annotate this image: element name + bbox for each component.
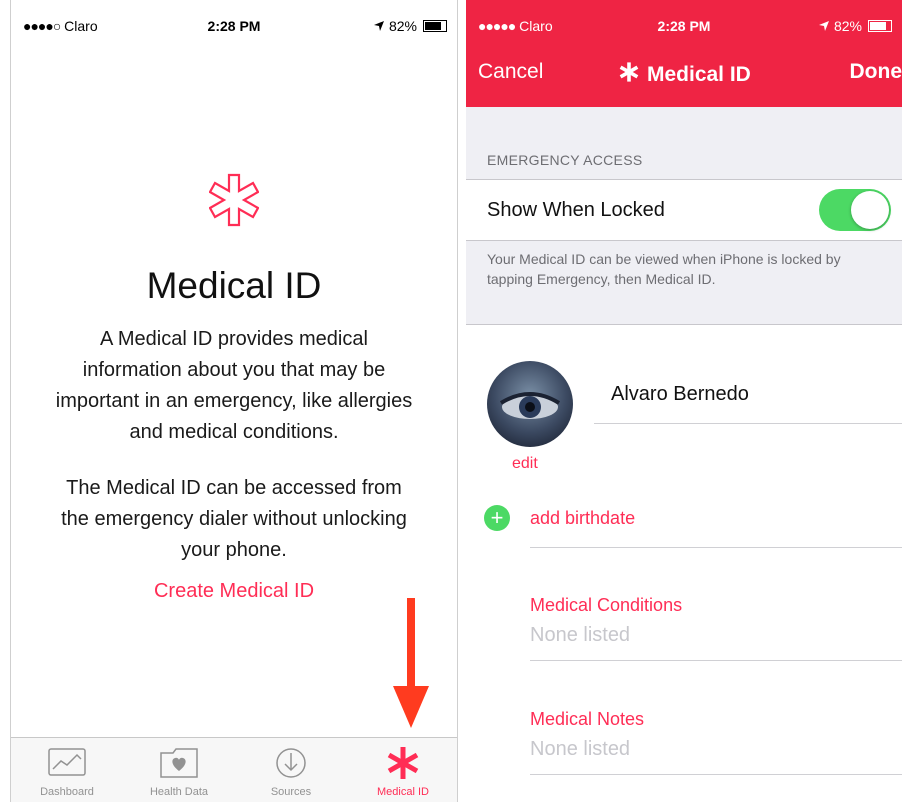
tab-label: Medical ID xyxy=(377,786,429,798)
medical-id-icon xyxy=(387,747,419,779)
tab-label: Dashboard xyxy=(40,786,94,798)
tab-dashboard[interactable]: Dashboard xyxy=(11,746,123,798)
medical-id-intro-screen: ●●●●○ Claro 2:28 PM 82% Medical ID A Med… xyxy=(10,0,458,802)
nav-title-label: Medical ID xyxy=(646,63,751,86)
medical-conditions-label: Medical Conditions xyxy=(530,595,683,615)
battery-group: 82% xyxy=(373,18,447,34)
battery-percent: 82% xyxy=(833,18,862,34)
add-birthdate-button[interactable]: add birthdate xyxy=(530,508,635,529)
tab-medical-id[interactable]: Medical ID xyxy=(347,746,457,798)
tab-bar: Dashboard Health Data Sources Medical ID xyxy=(11,737,457,802)
health-data-icon xyxy=(160,748,198,778)
avatar[interactable] xyxy=(487,361,573,447)
medical-notes-label: Medical Notes xyxy=(530,709,645,729)
tab-sources[interactable]: Sources xyxy=(235,746,347,798)
name-field[interactable]: Alvaro Bernedo xyxy=(611,383,749,406)
battery-icon xyxy=(868,20,892,32)
profile-card: edit Alvaro Bernedo + add birthdate Medi… xyxy=(466,324,902,802)
dashboard-icon xyxy=(48,748,86,776)
tab-label: Sources xyxy=(270,786,312,798)
battery-group: 82% xyxy=(818,18,892,34)
navigation-bar: ●●●●● Claro 2:28 PM 82% Cancel Medical I… xyxy=(466,0,902,107)
toggle-label: Show When Locked xyxy=(487,199,665,221)
tab-label: Health Data xyxy=(149,786,209,798)
sources-icon xyxy=(276,748,306,778)
section-footer-note: Your Medical ID can be viewed when iPhon… xyxy=(487,251,841,287)
tab-health-data[interactable]: Health Data xyxy=(123,746,235,798)
battery-icon xyxy=(423,20,447,32)
location-arrow-icon xyxy=(373,21,384,31)
battery-percent: 82% xyxy=(388,18,417,34)
location-arrow-icon xyxy=(818,21,829,31)
show-when-locked-toggle[interactable] xyxy=(819,189,891,231)
medical-asterisk-icon xyxy=(11,173,457,232)
description-text: A Medical ID provides medical informatio… xyxy=(55,328,413,443)
section-header: EMERGENCY ACCESS xyxy=(487,152,643,168)
nav-title: Medical ID xyxy=(466,60,902,87)
red-arrow-down-icon xyxy=(393,598,429,728)
divider xyxy=(530,547,902,548)
status-bar: ●●●●○ Claro 2:28 PM 82% xyxy=(11,0,457,34)
medical-id-edit-screen: ●●●●● Claro 2:28 PM 82% Cancel Medical I… xyxy=(466,0,902,802)
toggle-knob xyxy=(851,191,889,229)
show-when-locked-row: Show When Locked xyxy=(466,179,902,241)
divider xyxy=(530,774,902,775)
medical-conditions-input[interactable]: None listed xyxy=(530,624,630,647)
page-title: Medical ID xyxy=(146,265,322,306)
divider xyxy=(530,660,902,661)
done-button[interactable]: Done xyxy=(850,60,902,84)
edit-photo-link[interactable]: edit xyxy=(512,455,538,473)
medical-notes-input[interactable]: None listed xyxy=(530,738,630,761)
divider xyxy=(594,423,902,424)
add-icon[interactable]: + xyxy=(484,505,510,531)
status-bar: ●●●●● Claro 2:28 PM 82% xyxy=(466,0,902,34)
description-text-2: The Medical ID can be accessed from the … xyxy=(61,477,407,561)
medical-asterisk-icon xyxy=(619,62,639,82)
